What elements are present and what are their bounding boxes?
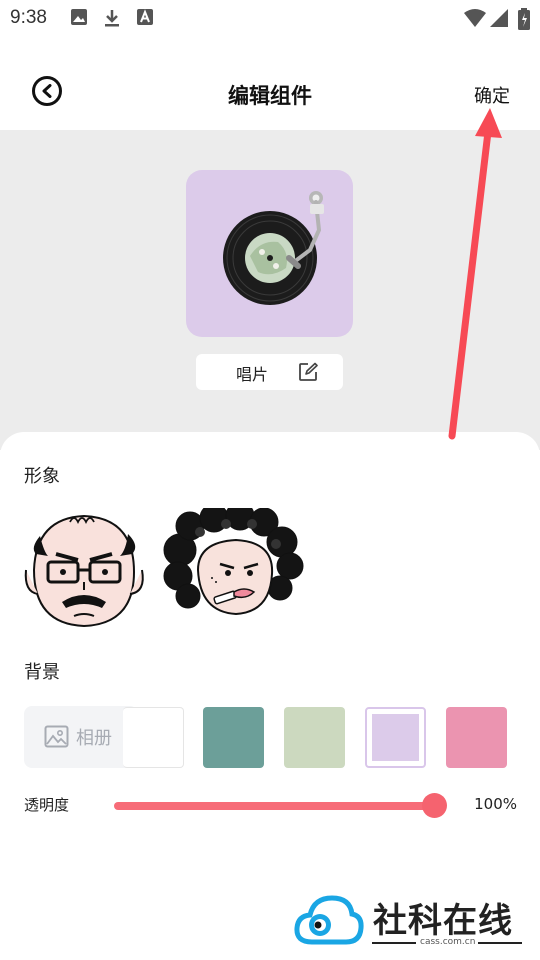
status-time: 9:38 [10,7,47,28]
status-bar: 9:38 [0,0,540,38]
vinyl-record-icon [223,191,324,305]
background-section-label: 背景 [24,662,60,683]
watermark-line-right [478,942,522,944]
image-icon [71,9,87,25]
wifi-icon [464,9,486,27]
image-icon [44,725,69,748]
edit-bottom-sheet: 形象 背景 相册 透明度 100% [0,432,540,960]
confirm-button[interactable]: 确定 [474,82,510,108]
swatch-lavender-selected[interactable] [365,707,426,768]
text-a-icon [137,9,153,25]
widget-preview-area: 唱片 [0,130,540,450]
watermark-domain: cass.com.cn [420,937,476,947]
edit-icon[interactable] [298,362,318,382]
opacity-label: 透明度 [24,796,70,814]
signal-icon [490,9,508,27]
widget-card[interactable] [186,170,353,337]
swatch-white[interactable] [123,707,184,768]
opacity-slider-thumb[interactable] [422,793,447,818]
widget-name-label: 唱片 [236,365,269,384]
watermark-line-left [372,942,416,944]
cloud-logo-icon [294,895,364,945]
watermark-brand: 社科在线 [373,901,513,941]
opacity-slider-track[interactable] [114,802,434,810]
widget-name-chip[interactable]: 唱片 [196,354,343,390]
album-button[interactable]: 相册 [24,706,138,768]
page-title: 编辑组件 [228,84,312,108]
album-label: 相册 [76,728,112,749]
app-header: 编辑组件 确定 [0,38,540,130]
bald-man-avatar[interactable] [22,508,148,632]
avatar-section-label: 形象 [24,466,60,487]
swatch-lavender-fill [372,714,419,761]
swatch-pink[interactable] [446,707,507,768]
swatch-teal[interactable] [203,707,264,768]
swatch-sage[interactable] [284,707,345,768]
battery-icon [518,8,530,30]
background-options: 相册 [0,706,540,770]
curly-hair-lady-avatar[interactable] [160,508,306,620]
opacity-value: 100% [474,795,517,813]
download-icon [105,10,119,27]
